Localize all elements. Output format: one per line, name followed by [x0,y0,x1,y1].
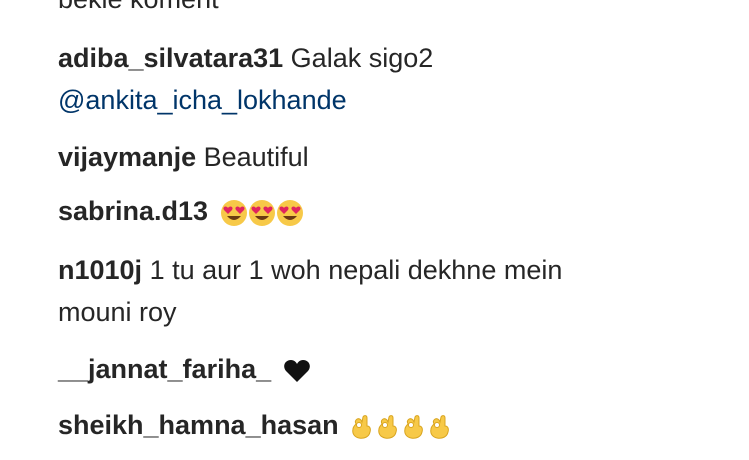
ok-hand-icon [402,414,426,440]
comment-username[interactable]: vijaymanje [58,142,196,172]
comment-item: vijaymanje Beautiful [58,136,309,178]
comment-text: 1 tu aur 1 woh nepali dekhne mein [149,255,563,285]
heart-eyes-face-icon [248,199,276,227]
comment-username[interactable]: __jannat_fariha_ [58,354,271,384]
comment-username[interactable]: sabrina.d13 [58,196,208,226]
comment-cut-off: bekle koment [58,0,219,20]
comment-mention-link[interactable]: @ankita_icha_lokhande [58,85,347,115]
comment-username[interactable]: adiba_silvatara31 [58,43,283,73]
comment-text: bekle koment [58,0,219,14]
heart-eyes-face-icon [220,199,248,227]
comment-item: sabrina.d13 [58,190,304,232]
comment-item-continuation: @ankita_icha_lokhande [58,79,347,121]
comment-item: __jannat_fariha_ [58,348,311,390]
heart-eyes-face-icon [276,199,304,227]
comment-item: adiba_silvatara31 Galak sigo2 [58,37,433,79]
black-heart-icon [283,358,311,384]
ok-hand-icon [376,414,400,440]
comment-text: Galak sigo2 [290,43,434,73]
comment-item-continuation: mouni roy [58,291,177,333]
comment-item: n1010j 1 tu aur 1 woh nepali dekhne mein [58,249,562,291]
ok-hand-icon [428,414,452,440]
comment-text-line2: mouni roy [58,297,177,327]
comment-item: sheikh_hamna_hasan [58,404,452,446]
comment-username[interactable]: sheikh_hamna_hasan [58,410,339,440]
comment-username[interactable]: n1010j [58,255,142,285]
comment-text: Beautiful [203,142,309,172]
ok-hand-icon [350,414,374,440]
